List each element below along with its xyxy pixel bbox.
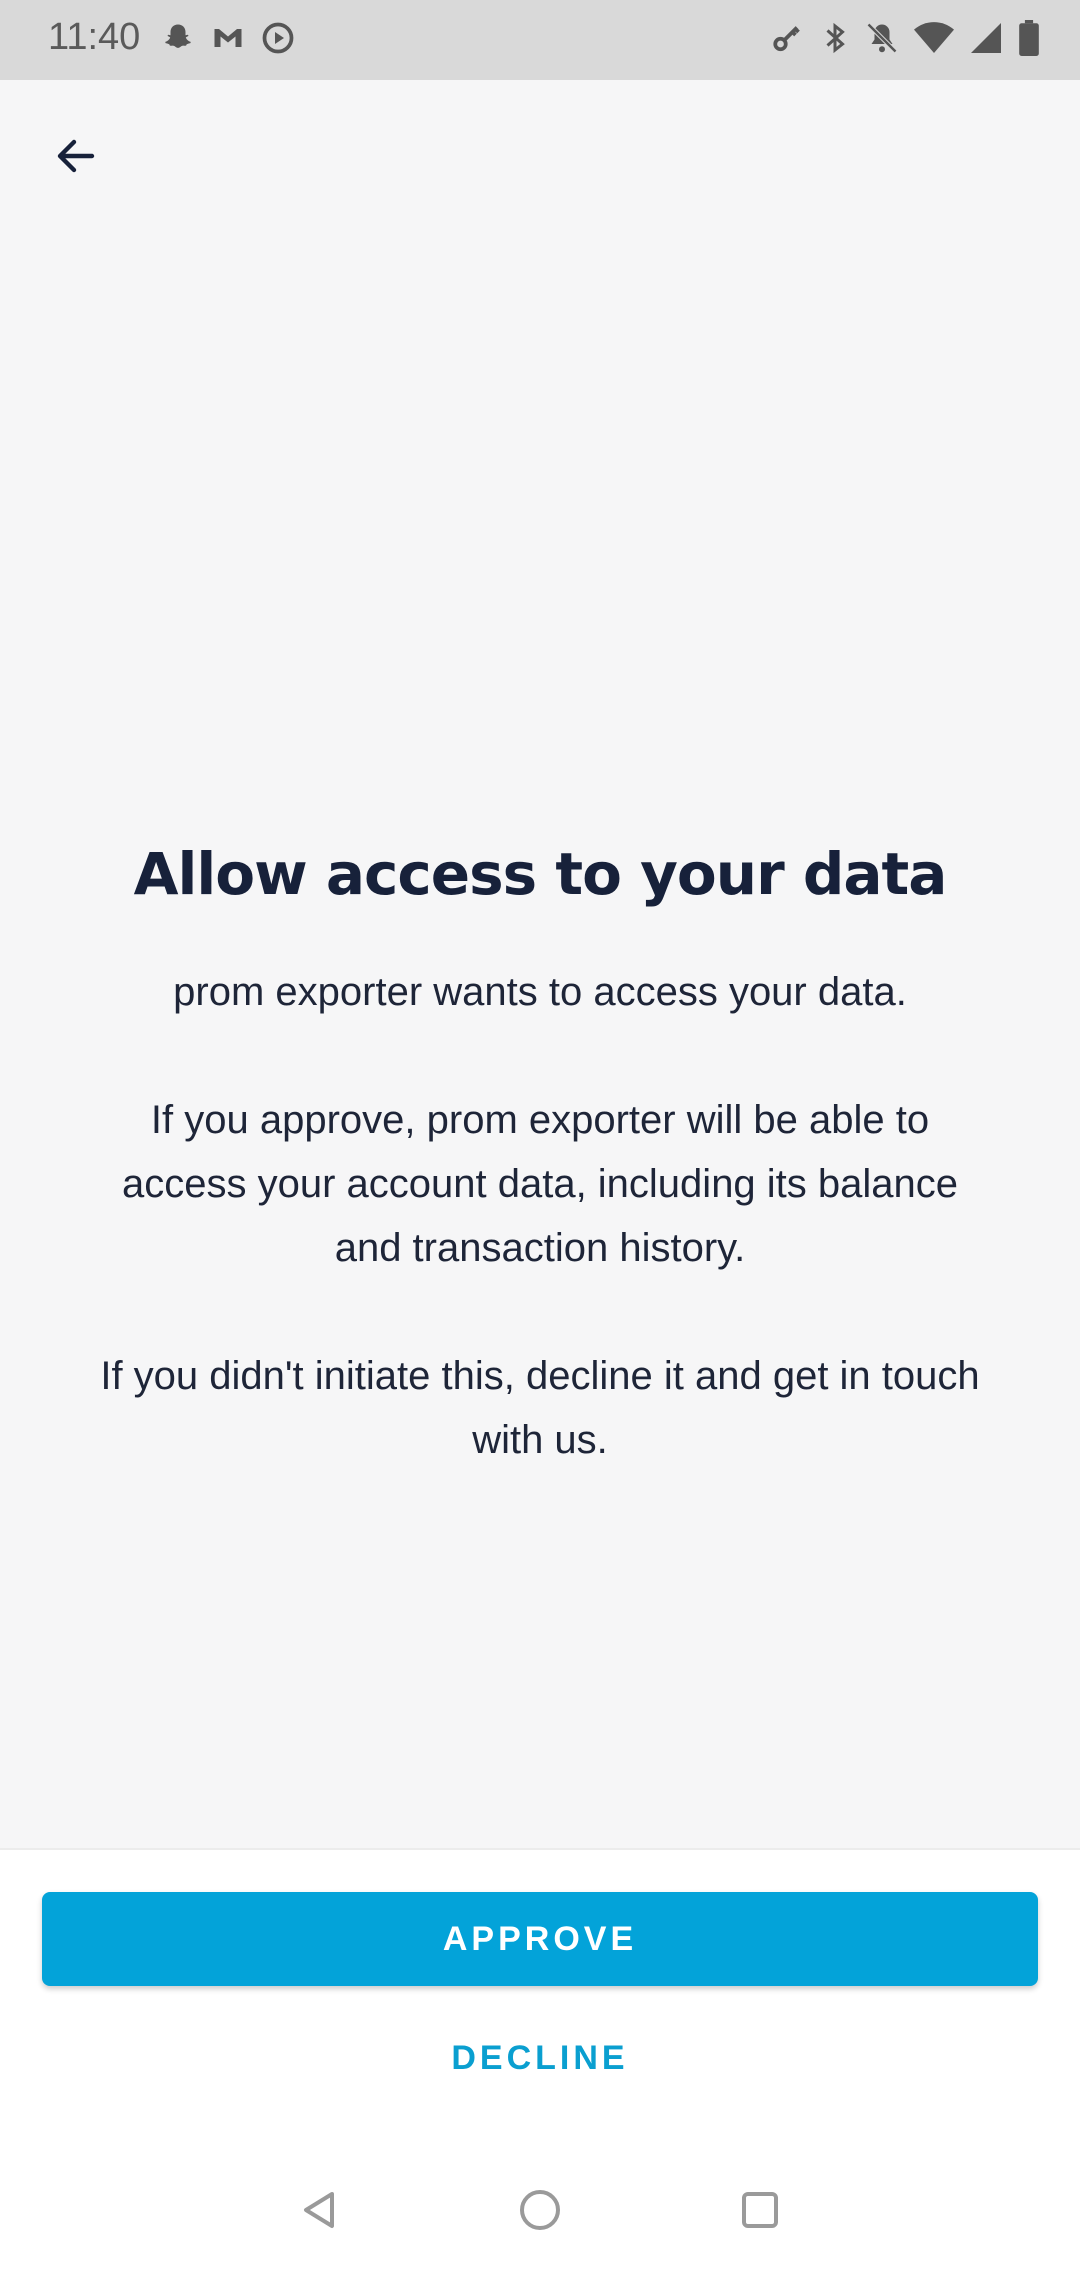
gmail-icon: [210, 20, 246, 56]
nav-home-icon: [520, 2190, 560, 2230]
nav-recents-icon: [742, 2192, 778, 2228]
back-button[interactable]: [40, 120, 112, 192]
system-nav-bar: [0, 2150, 1080, 2282]
bluetooth-icon: [820, 20, 850, 56]
nav-recents-button[interactable]: [730, 2180, 790, 2240]
media-play-icon: [260, 20, 296, 56]
description-paragraph-2: If you approve, prom exporter will be ab…: [121, 1098, 959, 1270]
nav-back-icon: [304, 2192, 334, 2228]
approve-button[interactable]: APPROVE: [42, 1892, 1038, 1986]
decline-button[interactable]: DECLINE: [340, 2018, 740, 2098]
notifications-off-icon: [864, 20, 900, 56]
description: prom exporter wants to access your data.…: [90, 960, 990, 1472]
nav-back-button[interactable]: [290, 2180, 350, 2240]
cell-signal-icon: [968, 20, 1004, 56]
battery-icon: [1018, 20, 1040, 56]
description-paragraph-3: If you didn't initiate this, decline it …: [100, 1354, 980, 1462]
wifi-icon: [914, 20, 954, 56]
footer: APPROVE DECLINE: [0, 1848, 1080, 2282]
status-left-icons: [160, 20, 296, 56]
status-right-icons: [770, 20, 1040, 56]
main-content: Allow access to your data prom exporter …: [0, 80, 1080, 1848]
snapchat-icon: [160, 20, 196, 56]
status-time: 11:40: [48, 16, 141, 58]
status-bar: 11:40: [0, 0, 1080, 80]
description-paragraph-1: prom exporter wants to access your data.: [173, 970, 907, 1014]
arrow-left-icon: [57, 139, 95, 173]
vpn-key-icon: [770, 20, 806, 56]
nav-home-button[interactable]: [510, 2180, 570, 2240]
page-title: Allow access to your data: [133, 840, 948, 908]
